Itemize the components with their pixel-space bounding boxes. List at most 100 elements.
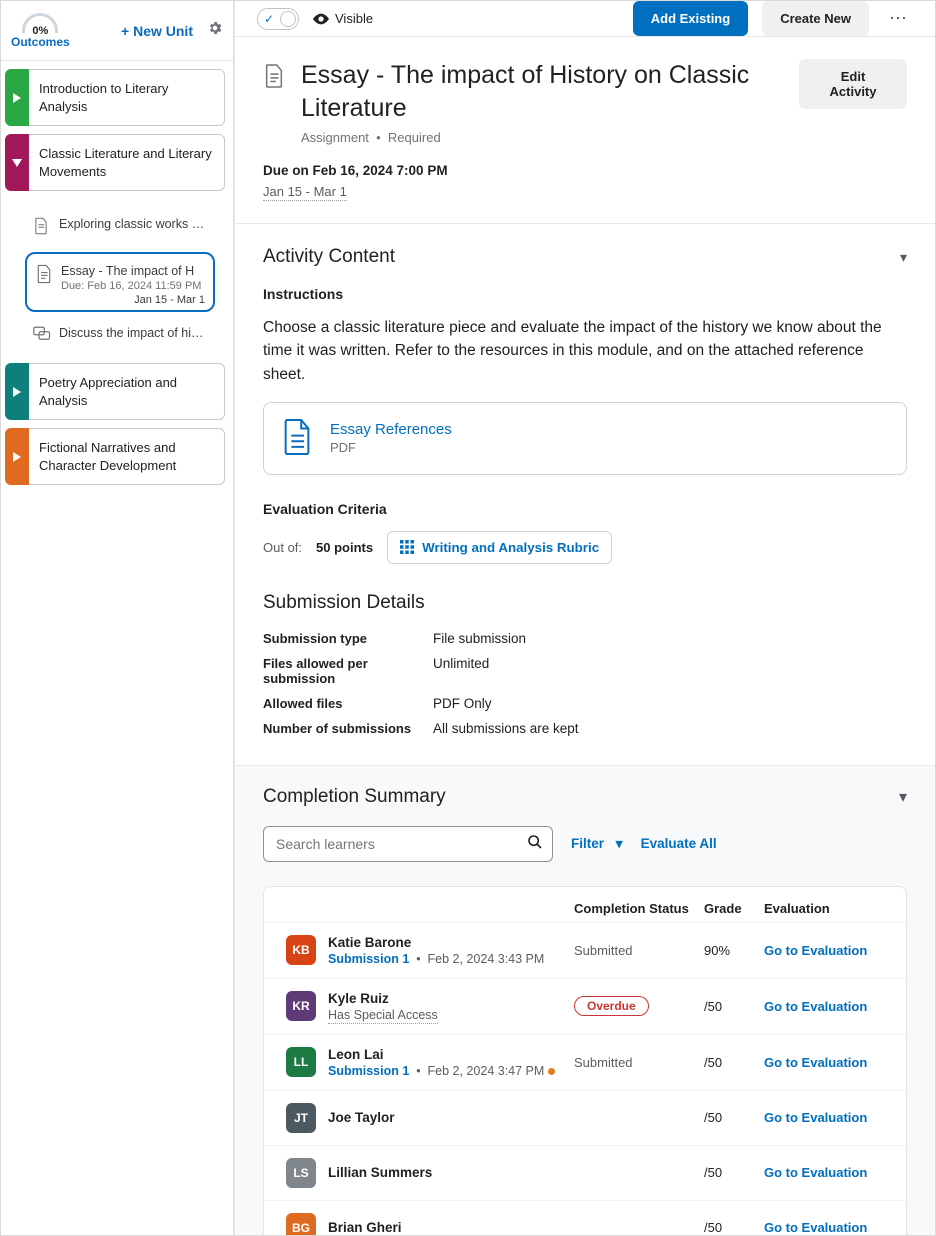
learners-table: Completion Status Grade Evaluation KB Ka… — [263, 886, 907, 1236]
detail-value: PDF Only — [433, 696, 492, 711]
completion-summary-heading: Completion Summary — [263, 786, 446, 808]
avatar: JT — [286, 1103, 316, 1133]
chevron-down-icon[interactable]: ▾ — [899, 787, 907, 807]
detail-key: Submission type — [263, 631, 433, 646]
completion-status: Submitted — [574, 1055, 704, 1070]
instructions-body: Choose a classic literature piece and ev… — [263, 316, 907, 386]
evaluation-criteria-heading: Evaluation Criteria — [263, 501, 907, 517]
submission-details-heading: Submission Details — [263, 592, 907, 614]
attachment-name: Essay References — [330, 421, 452, 438]
grade: 90% — [704, 943, 764, 958]
col-grade: Grade — [704, 901, 764, 916]
detail-value: File submission — [433, 631, 526, 646]
unit-expand-toggle[interactable] — [5, 428, 29, 485]
unit-expand-toggle[interactable] — [5, 69, 29, 126]
grade: /50 — [704, 1110, 764, 1125]
learner-name: Brian Gheri — [328, 1220, 402, 1235]
avatar: LS — [286, 1158, 316, 1188]
col-eval: Evaluation — [764, 901, 884, 916]
detail-value: Unlimited — [433, 656, 489, 686]
table-row: LS Lillian Summers /50 Go to Evaluation — [264, 1145, 906, 1200]
page-icon — [33, 217, 51, 238]
grade: /50 — [704, 1220, 764, 1235]
grade: /50 — [704, 1055, 764, 1070]
instructions-label: Instructions — [263, 286, 907, 302]
file-icon — [280, 417, 314, 460]
create-new-button[interactable]: Create New — [762, 1, 869, 36]
assignment-icon — [35, 264, 53, 292]
sidebar-header: 0% Outcomes + New Unit — [1, 1, 233, 61]
grade: /50 — [704, 1165, 764, 1180]
add-existing-button[interactable]: Add Existing — [633, 1, 748, 36]
learner-name: Katie Barone — [328, 935, 544, 950]
edit-activity-button[interactable]: Edit Activity — [799, 59, 907, 109]
eye-icon — [313, 13, 329, 25]
unit-expand-toggle[interactable] — [5, 363, 29, 420]
rubric-icon — [400, 540, 414, 554]
detail-value: All submissions are kept — [433, 721, 579, 736]
outcomes-label: Outcomes — [11, 35, 70, 49]
learner-name: Lillian Summers — [328, 1165, 432, 1180]
more-menu-icon[interactable]: ⋯ — [883, 8, 913, 29]
chevron-down-icon: ▾ — [616, 836, 623, 852]
search-icon[interactable] — [527, 834, 543, 855]
special-access[interactable]: Has Special Access — [328, 1008, 438, 1024]
new-unit-button[interactable]: + New Unit — [115, 22, 199, 40]
attachment-card[interactable]: Essay References PDF — [263, 402, 907, 475]
avatar: KR — [286, 991, 316, 1021]
go-to-evaluation-link[interactable]: Go to Evaluation — [764, 1165, 867, 1180]
visible-label: Visible — [313, 11, 373, 26]
filter-button[interactable]: Filter ▾ — [571, 836, 623, 852]
out-of-value: 50 points — [316, 540, 373, 555]
sidebar-item[interactable]: Essay - The impact of HDue: Feb 16, 2024… — [25, 252, 215, 312]
avatar: BG — [286, 1213, 316, 1236]
date-range[interactable]: Jan 15 - Mar 1 — [263, 184, 347, 201]
due-line: Due on Feb 16, 2024 7:00 PM — [263, 163, 907, 178]
go-to-evaluation-link[interactable]: Go to Evaluation — [764, 943, 867, 958]
page-title: Essay - The impact of History on Classic… — [301, 59, 783, 124]
search-input[interactable] — [263, 826, 553, 862]
avatar: LL — [286, 1047, 316, 1077]
evaluate-all-button[interactable]: Evaluate All — [641, 836, 717, 851]
unread-dot-icon — [548, 1068, 555, 1075]
rubric-button[interactable]: Writing and Analysis Rubric — [387, 531, 612, 564]
learner-name: Leon Lai — [328, 1047, 555, 1062]
main-pane: ✓ Visible Add Existing Create New ⋯ Essa… — [234, 1, 935, 1235]
col-status: Completion Status — [574, 901, 704, 916]
overdue-pill: Overdue — [574, 996, 649, 1016]
attachment-type: PDF — [330, 440, 452, 455]
go-to-evaluation-link[interactable]: Go to Evaluation — [764, 1055, 867, 1070]
learner-name: Kyle Ruiz — [328, 991, 438, 1006]
grade: /50 — [704, 999, 764, 1014]
table-row: JT Joe Taylor /50 Go to Evaluation — [264, 1090, 906, 1145]
unit-expand-toggle[interactable] — [5, 134, 29, 191]
activity-sub: Assignment • Required — [301, 130, 783, 145]
outcomes-meter[interactable]: 0% Outcomes — [11, 13, 70, 49]
outcomes-pct: 0% — [32, 25, 48, 37]
unit-card[interactable]: Introduction to Literary Analysis — [29, 69, 225, 126]
go-to-evaluation-link[interactable]: Go to Evaluation — [764, 1110, 867, 1125]
go-to-evaluation-link[interactable]: Go to Evaluation — [764, 1220, 867, 1235]
submission-link[interactable]: Submission 1 — [328, 952, 409, 966]
sidebar-item[interactable]: Discuss the impact of historical context… — [25, 316, 215, 355]
activity-content-heading: Activity Content — [263, 246, 395, 268]
unit-card[interactable]: Classic Literature and Literary Movement… — [29, 134, 225, 191]
detail-key: Allowed files — [263, 696, 433, 711]
discussion-icon — [33, 326, 51, 345]
go-to-evaluation-link[interactable]: Go to Evaluation — [764, 999, 867, 1014]
table-row: LL Leon LaiSubmission 1 • Feb 2, 2024 3:… — [264, 1034, 906, 1090]
completion-status: Submitted — [574, 943, 704, 958]
table-row: KB Katie BaroneSubmission 1 • Feb 2, 202… — [264, 922, 906, 978]
submission-link[interactable]: Submission 1 — [328, 1064, 409, 1078]
gear-icon[interactable] — [207, 20, 223, 41]
document-icon — [263, 63, 285, 92]
unit-card[interactable]: Poetry Appreciation and Analysis — [29, 363, 225, 420]
search-learners — [263, 826, 553, 862]
visibility-toggle[interactable]: ✓ — [257, 8, 299, 30]
sidebar-item[interactable]: Exploring classic works from different p — [25, 207, 215, 248]
unit-card[interactable]: Fictional Narratives and Character Devel… — [29, 428, 225, 485]
sidebar: 0% Outcomes + New Unit Introduction to L… — [1, 1, 234, 1235]
chevron-down-icon[interactable]: ▾ — [900, 249, 907, 266]
detail-key: Number of submissions — [263, 721, 433, 736]
detail-key: Files allowed per submission — [263, 656, 433, 686]
